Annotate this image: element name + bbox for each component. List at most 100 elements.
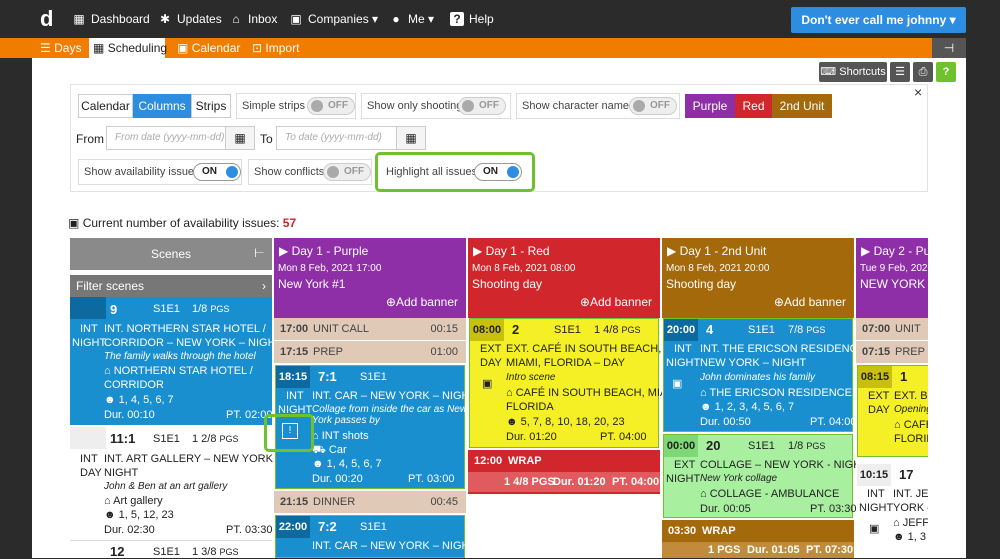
user-menu-button[interactable]: Don't ever call me johnny ▾	[791, 7, 966, 33]
show-only-shooting-toggle[interactable]: OFF	[458, 97, 506, 115]
scene-card-11-1[interactable]: 11:1 S1E1 1 2/8 PGS INT DAY INT. ART GAL…	[70, 427, 282, 541]
to-calendar-button[interactable]: ▦	[396, 126, 426, 150]
show-conflicts-toggle[interactable]: OFF	[323, 163, 371, 181]
from-label: From	[76, 132, 104, 146]
availability-issues-count: ▣ Current number of availability issues:…	[68, 216, 296, 230]
caret-down-icon: ▾	[949, 13, 956, 27]
column-body-day2: 07:00 UNIT C 07:15 PREP & 08:15 1 EXT DA…	[856, 318, 928, 558]
scene-description: The family walks through the hotel	[104, 351, 256, 362]
event-prep[interactable]: 17:15 PREP 01:00	[274, 341, 466, 363]
highlight-all-issues-toggle[interactable]: ON	[474, 163, 522, 181]
scene-episode: S1E1	[153, 433, 180, 445]
from-date-input[interactable]: From date (yyyy-mm-dd)	[106, 126, 226, 150]
scene-time: 10:15	[857, 464, 891, 486]
scene-card-2[interactable]: 08:00 2 S1E1 1 4/8 PGS EXT DAY ▣ EXT. CA…	[469, 318, 683, 448]
scene-card-7-2[interactable]: 22:00 7:2 S1E1 INT. CAR – NEW YORK – NIG…	[275, 515, 476, 558]
event-prep-day2[interactable]: 07:15 PREP &	[856, 341, 928, 380]
add-banner-button[interactable]: ⊕Add banner	[774, 295, 846, 309]
shortcuts-label: Shortcuts	[839, 66, 886, 78]
gear-icon: ✱	[159, 12, 171, 26]
tab-calendar[interactable]: ▣ Calendar	[173, 38, 243, 58]
unit-red-button[interactable]: Red	[735, 94, 772, 118]
view-strips-button[interactable]: Strips	[191, 94, 231, 118]
help-button[interactable]: ?	[936, 62, 956, 82]
unit-purple-button[interactable]: Purple	[685, 94, 735, 118]
filter-scenes-bar[interactable]: Filter scenes ›	[70, 275, 272, 297]
column-title-text: Day 2 - Pu	[873, 244, 928, 258]
show-only-shooting-label: Show only shooting	[367, 100, 463, 112]
collapse-icon: ⊣	[943, 41, 955, 55]
plus-circle-icon: ⊕	[579, 295, 590, 309]
scene-cast: ☻ 1, 2, 3, 4, 5, 6, 7	[700, 401, 794, 413]
show-character-names-toggle[interactable]: OFF	[629, 97, 677, 115]
unit-2nd-button[interactable]: 2nd Unit	[772, 94, 832, 118]
nav-updates[interactable]: ✱ Updates	[158, 12, 222, 26]
scene-pages-value: 1/8	[192, 303, 208, 315]
scene-card-4[interactable]: 20:00 4 S1E1 7/8 PGS INT NIGHT ▣ INT. TH…	[663, 318, 874, 432]
print-button[interactable]: ⎙	[913, 62, 933, 82]
add-banner-button[interactable]: ⊕Add banner	[580, 295, 652, 309]
scene-int-ext: EXT	[674, 459, 696, 471]
menu-button[interactable]: ☰	[890, 62, 910, 82]
column-title-text: Day 1 - 2nd Unit	[679, 244, 767, 258]
scene-pages: 1 3/8 PGS	[192, 546, 239, 558]
issues-count-label: Current number of availability issues:	[82, 216, 280, 230]
collapse-icon[interactable]: ⊢	[254, 246, 264, 260]
scene-card-17[interactable]: 10:15 17 INT NIGHT ▣ INT. JEF YORK – ⌂ J…	[857, 464, 928, 558]
column-location: New York #1	[278, 277, 346, 291]
nav-inbox[interactable]: ⌂ Inbox	[229, 12, 277, 26]
tab-scheduling-label: Scheduling	[107, 41, 168, 55]
event-wrap-red[interactable]: 12:00 WRAP 1 4/8 PGS Dur. 01:20 PT. 04:0…	[468, 450, 660, 494]
from-calendar-button[interactable]: ▦	[225, 126, 255, 150]
availability-issue-icon[interactable]: !	[282, 423, 298, 439]
calendar-alert-icon[interactable]: ▣	[672, 377, 682, 390]
print-icon: ⎙	[918, 66, 928, 78]
event-unit-call-day2[interactable]: 07:00 UNIT C	[856, 318, 928, 357]
event-unit-call[interactable]: 17:00 UNIT CALL 00:15	[274, 318, 466, 340]
column-location: Shooting day	[666, 277, 737, 291]
help-icon: ?	[942, 66, 950, 78]
tab-calendar-label: Calendar	[191, 41, 241, 55]
scene-pages-unit: PGS	[219, 547, 239, 557]
nav-companies[interactable]: ▣ Companies ▾	[289, 12, 378, 26]
tab-days[interactable]: ☰ Days	[36, 38, 84, 58]
logo-icon[interactable]: d	[40, 6, 53, 32]
scene-card-9[interactable]: 9 S1E1 1/8 PGS INT NIGHT INT. NORTHERN S…	[70, 297, 282, 425]
event-wrap-2nd-unit[interactable]: 03:30 WRAP 1 PGS Dur. 01:05 PT. 07:30	[662, 520, 854, 558]
shortcuts-button[interactable]: ⌨ Shortcuts	[819, 62, 887, 82]
nav-help[interactable]: ? Help	[450, 12, 494, 26]
view-columns-button[interactable]: Columns	[133, 94, 191, 118]
view-calendar-button[interactable]: Calendar	[78, 94, 133, 118]
nav-me[interactable]: ● Me ▾	[389, 12, 434, 26]
calendar-alert-icon[interactable]: ▣	[482, 377, 492, 390]
to-date-input[interactable]: To date (yyyy-mm-dd)	[276, 126, 398, 150]
scene-title-2: YORK –	[893, 502, 928, 514]
wrap-pages: 1 PGS	[708, 544, 741, 556]
scene-card-20[interactable]: 00:00 20 S1E1 1/8 PGS EXT NIGHT COLLAGE …	[663, 434, 868, 518]
event-name: DINNER	[313, 496, 356, 508]
tab-import[interactable]: ⊡ Import	[248, 38, 308, 58]
tab-scheduling[interactable]: ▦ Scheduling	[89, 38, 168, 58]
scene-description-2: York passes by	[312, 415, 380, 426]
scene-card-1[interactable]: 08:15 1 EXT DAY EXT. BEA Opening ⌂ CAFÉ …	[857, 365, 928, 457]
scene-day-night: NIGHT	[666, 473, 701, 485]
scene-card-12[interactable]: 12 S1E1 1 3/8 PGS	[70, 542, 272, 559]
add-banner-button[interactable]: ⊕Add banner	[386, 295, 458, 309]
calendar-alert-icon[interactable]: ▣	[869, 522, 879, 535]
event-dinner[interactable]: 21:15 DINNER 00:45	[274, 491, 466, 513]
nav-dashboard[interactable]: ▦ Dashboard	[72, 12, 150, 26]
location-icon: ⌂	[893, 517, 900, 529]
scene-pages: 1 2/8 PGS	[192, 433, 239, 445]
nav-dashboard-label: Dashboard	[91, 12, 150, 26]
availability-issues-toggle[interactable]: ON	[193, 163, 241, 181]
scene-number: 9	[110, 302, 118, 317]
help-icon: ?	[450, 12, 464, 26]
camera-icon: ▶	[861, 244, 871, 258]
collapse-panel-button[interactable]: ⊣	[932, 38, 966, 58]
scene-number: 12	[110, 544, 125, 559]
nav-me-label: Me	[408, 12, 425, 26]
close-icon[interactable]: ×	[914, 84, 922, 100]
scene-pages: 7/8 PGS	[788, 324, 825, 336]
simple-strips-toggle[interactable]: OFF	[307, 97, 355, 115]
briefcase-icon: ▣	[290, 12, 302, 26]
